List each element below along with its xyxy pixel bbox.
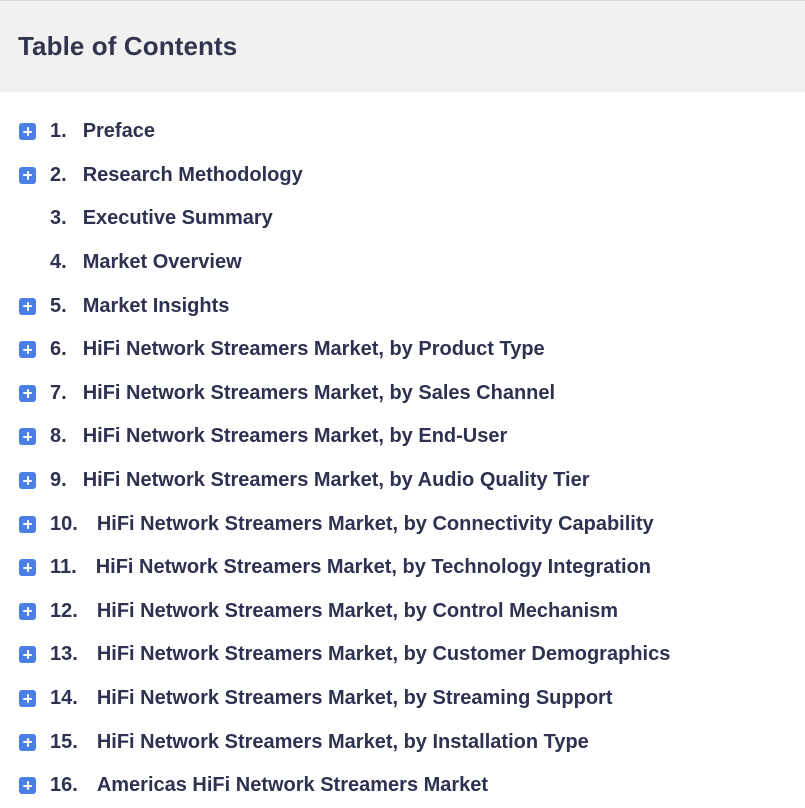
toc-item-by-audio-quality-tier[interactable]: 9. HiFi Network Streamers Market, by Aud… xyxy=(0,459,805,503)
toc-item-research-methodology[interactable]: 2. Research Methodology xyxy=(0,154,805,198)
expand-plus-icon[interactable] xyxy=(19,515,36,533)
expand-plus-icon[interactable] xyxy=(19,559,36,577)
toc-item-label: HiFi Network Streamers Market, by End-Us… xyxy=(82,425,508,448)
toc-item-number: 3. xyxy=(50,207,67,230)
toc-item-label: Americas HiFi Network Streamers Market xyxy=(96,774,489,797)
expand-plus-icon[interactable] xyxy=(19,297,36,315)
toc-item-number: 11. xyxy=(50,556,77,579)
toc-item-label: Executive Summary xyxy=(82,207,273,230)
toc-item-label: Market Insights xyxy=(82,294,230,317)
expand-plus-icon[interactable] xyxy=(19,690,36,708)
expand-plus-icon[interactable] xyxy=(19,123,36,141)
toc-item-number: 16. xyxy=(50,774,78,797)
toc-item-by-control-mechanism[interactable]: 12. HiFi Network Streamers Market, by Co… xyxy=(0,590,805,634)
toc-item-number: 9. xyxy=(50,469,67,492)
toc-item-label: HiFi Network Streamers Market, by Sales … xyxy=(82,381,556,404)
toc-item-by-product-type[interactable]: 6. HiFi Network Streamers Market, by Pro… xyxy=(0,328,805,372)
expand-plus-icon[interactable] xyxy=(19,472,36,490)
toc-item-by-installation-type[interactable]: 15. HiFi Network Streamers Market, by In… xyxy=(0,720,805,764)
toc-item-market-overview[interactable]: 4. Market Overview xyxy=(0,241,805,285)
toc-item-label: HiFi Network Streamers Market, by Techno… xyxy=(95,556,652,579)
page-title: Table of Contents xyxy=(18,31,238,61)
toc-item-label: Preface xyxy=(82,120,155,143)
toc-item-by-end-user[interactable]: 8. HiFi Network Streamers Market, by End… xyxy=(0,415,805,459)
toc-page: Table of Contents 1. Preface 2. Research… xyxy=(0,0,805,808)
toc-header: Table of Contents xyxy=(0,0,805,92)
toc-item-number: 5. xyxy=(50,294,67,317)
toc-item-number: 7. xyxy=(50,381,67,404)
toc-item-label: HiFi Network Streamers Market, by Audio … xyxy=(82,469,590,492)
toc-item-number: 14. xyxy=(50,687,78,710)
toc-item-by-sales-channel[interactable]: 7. HiFi Network Streamers Market, by Sal… xyxy=(0,372,805,416)
toc-item-americas-market[interactable]: 16. Americas HiFi Network Streamers Mark… xyxy=(0,764,805,808)
toc-item-label: Market Overview xyxy=(82,251,242,274)
expand-plus-icon[interactable] xyxy=(19,602,36,620)
toc-item-number: 4. xyxy=(50,251,67,274)
expand-plus-icon[interactable] xyxy=(19,341,36,359)
toc-item-number: 6. xyxy=(50,338,67,361)
toc-item-label: HiFi Network Streamers Market, by Instal… xyxy=(96,730,589,753)
toc-list: 1. Preface 2. Research Methodology 3. Ex… xyxy=(0,110,805,808)
toc-item-label: Research Methodology xyxy=(82,163,303,186)
toc-item-label: HiFi Network Streamers Market, by Custom… xyxy=(96,643,671,666)
expand-placeholder xyxy=(19,210,36,227)
toc-item-label: HiFi Network Streamers Market, by Produc… xyxy=(82,338,545,361)
toc-item-label: HiFi Network Streamers Market, by Contro… xyxy=(96,599,619,622)
toc-item-number: 10. xyxy=(50,512,78,535)
toc-item-by-streaming-support[interactable]: 14. HiFi Network Streamers Market, by St… xyxy=(0,677,805,721)
toc-item-label: HiFi Network Streamers Market, by Stream… xyxy=(96,687,613,710)
expand-plus-icon[interactable] xyxy=(19,428,36,446)
expand-plus-icon[interactable] xyxy=(19,384,36,402)
toc-item-preface[interactable]: 1. Preface xyxy=(0,110,805,154)
toc-item-number: 1. xyxy=(50,120,67,143)
toc-item-number: 13. xyxy=(50,643,78,666)
toc-item-executive-summary[interactable]: 3. Executive Summary xyxy=(0,197,805,241)
toc-item-number: 8. xyxy=(50,425,67,448)
toc-item-number: 15. xyxy=(50,730,78,753)
expand-placeholder xyxy=(19,254,36,271)
toc-item-by-customer-demographics[interactable]: 13. HiFi Network Streamers Market, by Cu… xyxy=(0,633,805,677)
toc-item-number: 12. xyxy=(50,599,78,622)
toc-item-by-connectivity-capability[interactable]: 10. HiFi Network Streamers Market, by Co… xyxy=(0,502,805,546)
expand-plus-icon[interactable] xyxy=(19,166,36,184)
toc-item-market-insights[interactable]: 5. Market Insights xyxy=(0,284,805,328)
expand-plus-icon[interactable] xyxy=(19,777,36,795)
toc-item-by-technology-integration[interactable]: 11. HiFi Network Streamers Market, by Te… xyxy=(0,546,805,590)
toc-item-label: HiFi Network Streamers Market, by Connec… xyxy=(96,512,654,535)
expand-plus-icon[interactable] xyxy=(19,733,36,751)
expand-plus-icon[interactable] xyxy=(19,646,36,664)
toc-item-number: 2. xyxy=(50,163,67,186)
